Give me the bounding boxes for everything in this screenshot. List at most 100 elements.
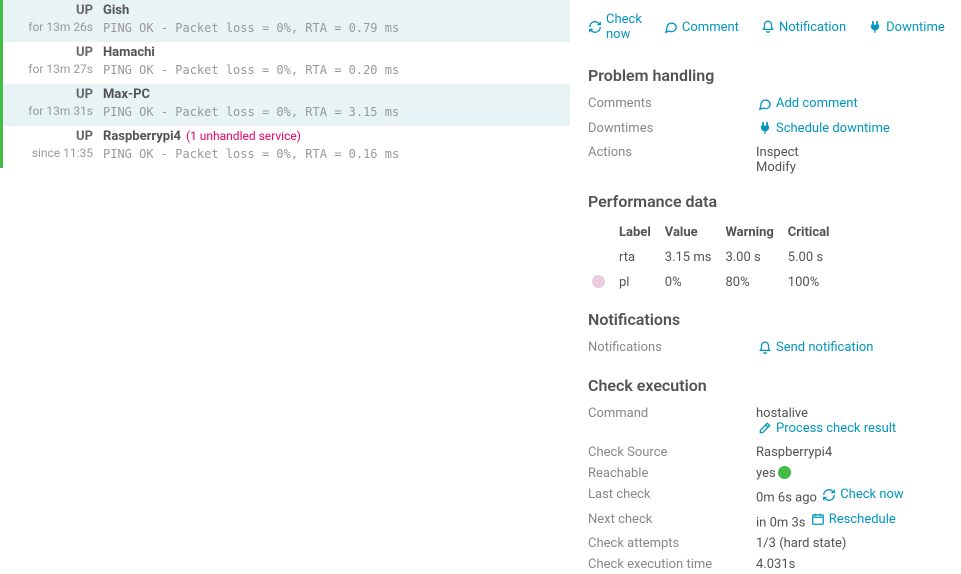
send-notification-label: Send notification [776,340,873,355]
downtime-label: Downtime [886,20,945,35]
check-now-label: Check now [606,12,642,42]
reachable-value: yes [756,466,776,481]
comment-link[interactable]: Comment [664,12,739,42]
state-badge: UP [3,3,93,18]
unhandled-warning: (1 unhandled service) [183,129,301,143]
host-name: Raspberrypi4 [103,129,181,144]
edit-icon [758,421,772,435]
check-source-value: Raspberrypi4 [756,445,943,460]
check-output: PING OK - Packet loss = 0%, RTA = 0.79 m… [103,21,399,35]
process-check-result-label: Process check result [776,421,896,436]
performance-table: LabelValueWarningCriticalrta3.15 ms3.00 … [588,219,943,296]
host-row[interactable]: UPfor 13m 31sMax-PCPING OK - Packet loss… [0,84,570,126]
host-name: Hamachi [103,45,155,60]
command-label: Command [588,406,756,440]
state-badge: UP [3,87,93,102]
send-notification-link[interactable]: Send notification [758,340,873,355]
check-exec-time-label: Check execution time [588,557,756,572]
add-comment-link[interactable]: Add comment [758,96,858,111]
command-row: Command hostalive Process check result [588,403,943,443]
last-check-label: Last check [588,487,756,506]
comments-row: Comments Add comment [588,93,943,118]
state-badge: UP [3,129,93,144]
check-now-link[interactable]: Check now [588,12,642,42]
performance-data-heading: Performance data [588,192,943,211]
next-check-value: in 0m 3s [756,515,806,530]
host-name: Max-PC [103,87,150,102]
perf-header-warning: Warning [725,221,785,244]
perf-row: pl0%80%100% [590,271,842,294]
perf-critical: 5.00 s [788,246,842,269]
check-exec-time-value: 4.031s [756,557,943,572]
downtimes-label: Downtimes [588,121,756,140]
refresh-icon [822,488,836,502]
status-dot-icon [778,466,791,479]
since-label: for 13m 31s [3,104,93,118]
comment-icon [664,20,678,34]
state-badge: UP [3,45,93,60]
perf-label: rta [619,246,663,269]
perf-warning: 80% [725,271,785,294]
host-list: UP for 13m 26s Gish PING OK - Packet loss =… [0,0,570,574]
check-attempts-value: 1/3 (hard state) [756,536,943,551]
perf-header-label: Label [619,221,663,244]
detail-pane: Check now Comment Notification Downtime … [570,0,961,574]
perf-warning: 3.00 s [725,246,785,269]
next-check-label: Next check [588,512,756,531]
host-name: Gish [103,3,129,18]
perf-header-critical: Critical [788,221,842,244]
perf-header-value: Value [665,221,724,244]
since-label: for 13m 27s [3,62,93,76]
actions-row: Actions Inspect Modify [588,142,943,178]
comment-icon [758,97,772,111]
notifications-label: Notifications [588,340,756,359]
check-now-label-2: Check now [840,487,904,502]
plug-icon [868,20,882,34]
bell-icon [758,341,772,355]
check-source-label: Check Source [588,445,756,460]
process-check-result-link[interactable]: Process check result [758,421,896,436]
perf-critical: 100% [788,271,842,294]
last-check-row: Last check 0m 6s ago Check now [588,484,943,509]
check-attempts-row: Check attempts 1/3 (hard state) [588,533,943,554]
downtime-link[interactable]: Downtime [868,12,945,42]
comment-label: Comment [682,20,739,35]
host-row[interactable]: UP since 11:35 Raspberrypi4 (1 unhandled s… [0,126,570,168]
perf-dot-icon [592,275,605,288]
next-check-row: Next check in 0m 3s Reschedule [588,509,943,534]
last-check-value: 0m 6s ago [756,491,817,506]
refresh-icon [588,20,602,34]
action-bar: Check now Comment Notification Downtime [588,10,943,52]
check-exec-time-row: Check execution time 4.031s [588,554,943,574]
perf-row: rta3.15 ms3.00 s5.00 s [590,246,842,269]
check-output: PING OK - Packet loss = 0%, RTA = 0.16 m… [103,147,399,161]
schedule-downtime-label: Schedule downtime [776,121,890,136]
host-row[interactable]: UP for 13m 27s Hamachi PING OK - Packet los… [0,42,570,84]
reachable-row: Reachable yes [588,463,943,484]
inspect-link[interactable]: Inspect [756,145,943,160]
check-output: PING OK - Packet loss = 0%, RTA = 0.20 m… [103,63,399,77]
downtimes-row: Downtimes Schedule downtime [588,118,943,143]
perf-label: pl [619,271,663,294]
problem-handling-heading: Problem handling [588,66,943,85]
notification-link[interactable]: Notification [761,12,846,42]
notifications-row: Notifications Send notification [588,337,943,362]
schedule-downtime-link[interactable]: Schedule downtime [758,121,890,136]
perf-value: 0% [665,271,724,294]
comments-label: Comments [588,96,756,115]
notification-label: Notification [779,20,846,35]
notifications-heading: Notifications [588,310,943,329]
bell-icon [761,20,775,34]
host-row[interactable]: UP for 13m 26s Gish PING OK - Packet loss =… [0,0,570,42]
check-attempts-label: Check attempts [588,536,756,551]
calendar-icon [811,512,825,526]
reachable-label: Reachable [588,466,756,481]
check-now-link-2[interactable]: Check now [822,487,904,502]
reschedule-label: Reschedule [829,512,896,527]
perf-value: 3.15 ms [665,246,724,269]
reschedule-link[interactable]: Reschedule [811,512,896,527]
actions-label: Actions [588,145,756,175]
since-label: since 11:35 [3,146,93,160]
modify-link[interactable]: Modify [756,160,943,175]
since-label: for 13m 26s [3,20,93,34]
